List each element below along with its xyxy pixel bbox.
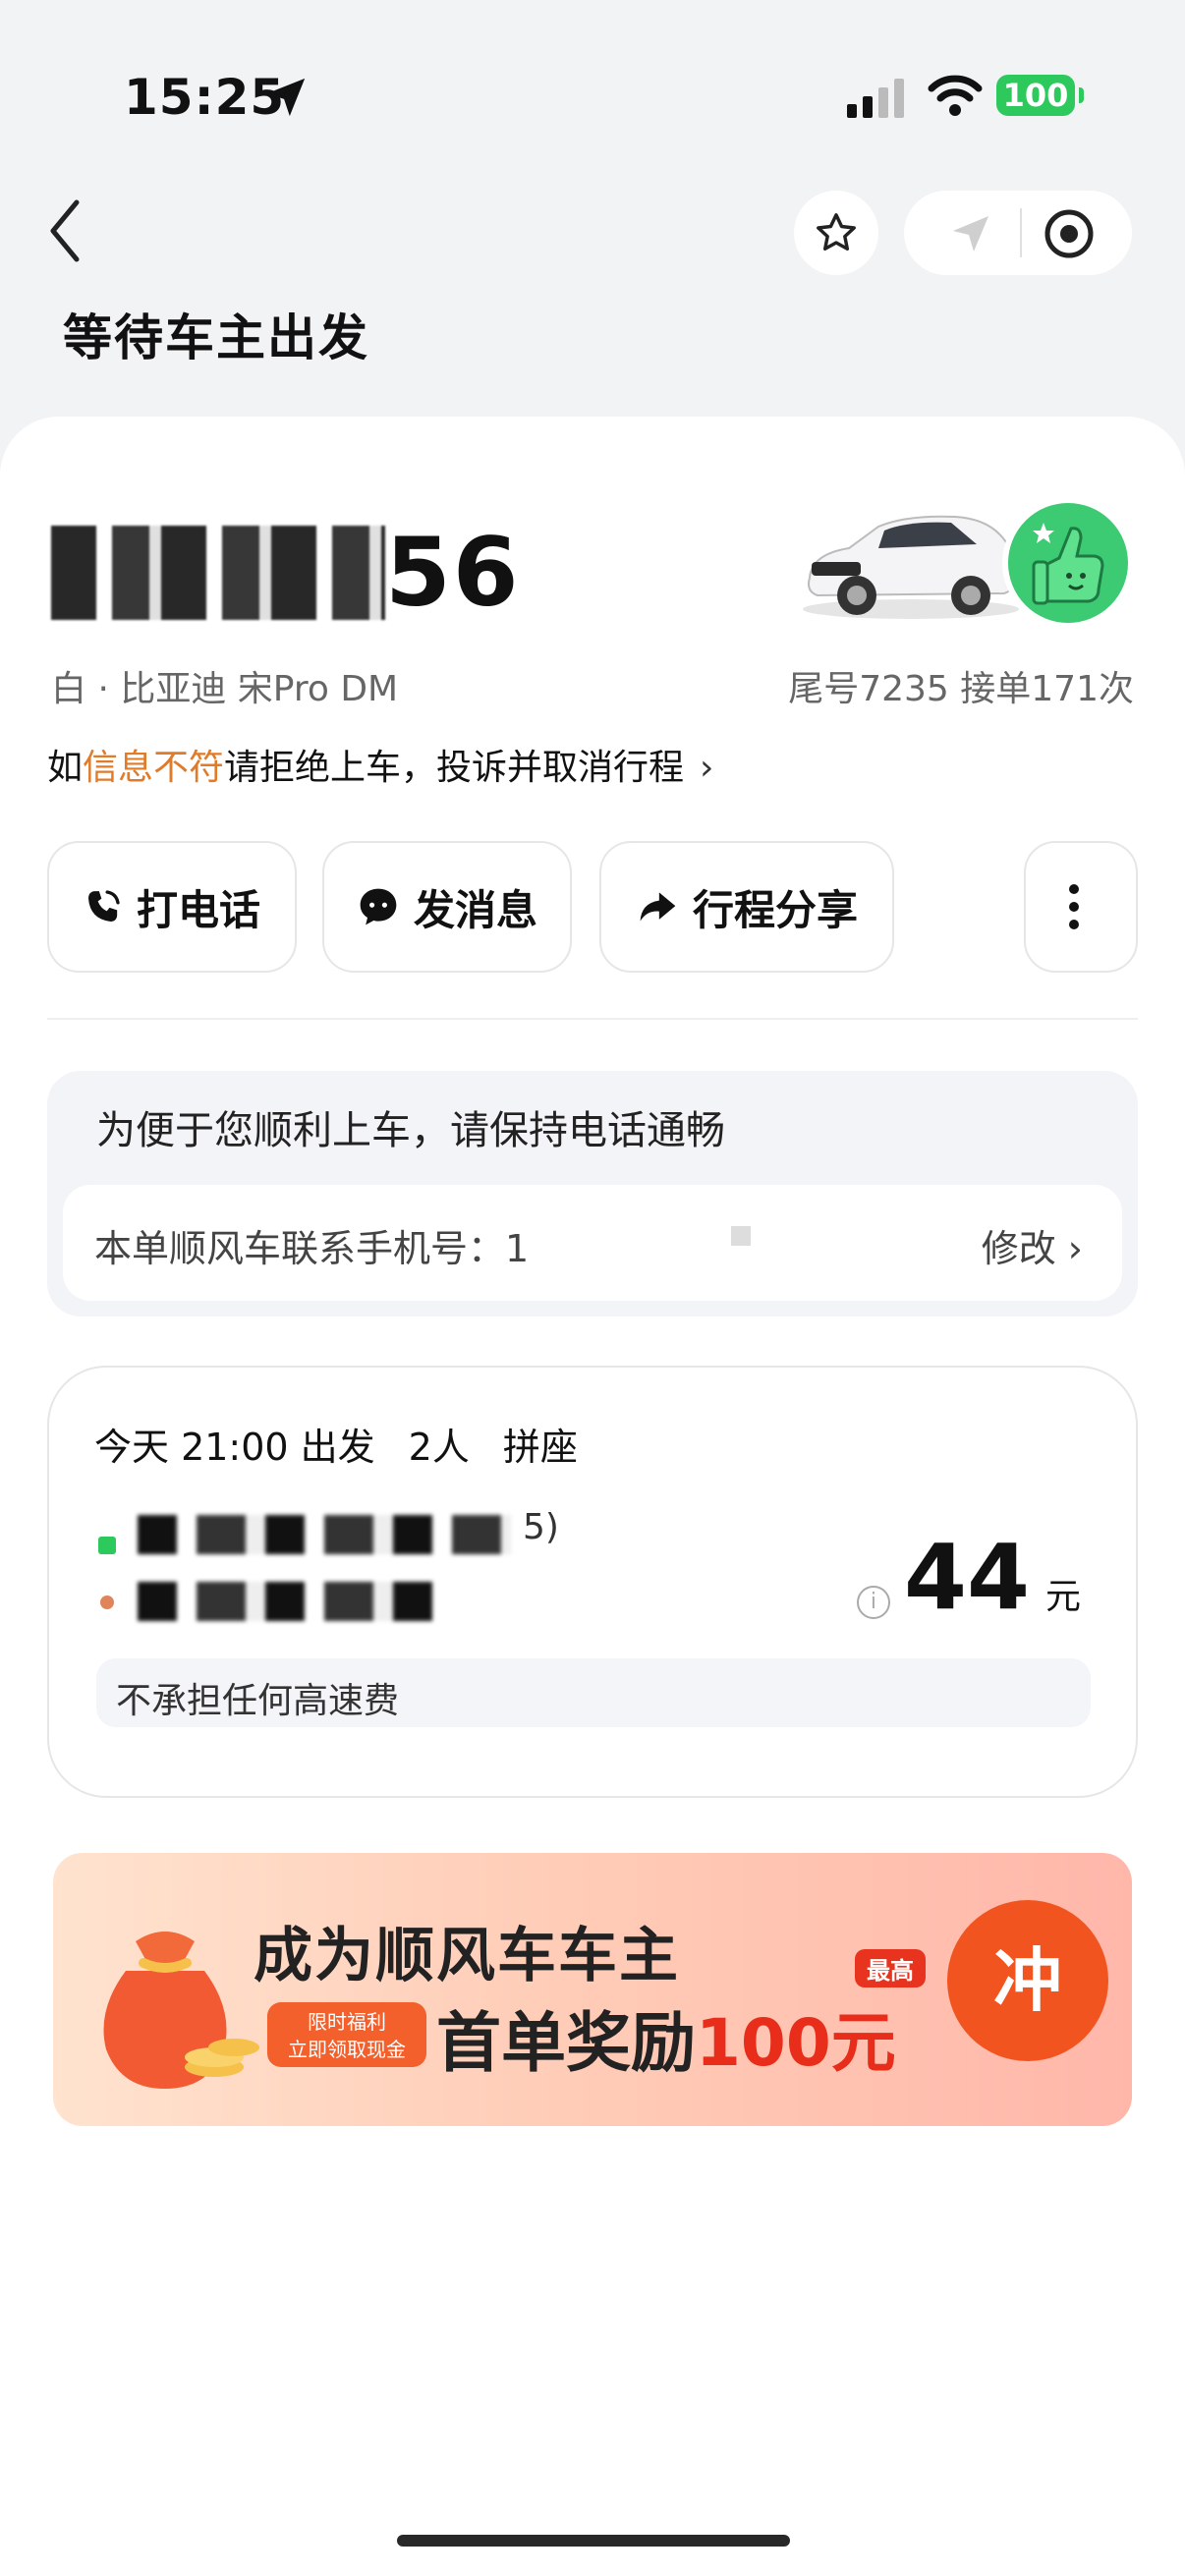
locate-arrow-icon[interactable] (947, 210, 994, 257)
wifi-icon (928, 75, 983, 116)
warning-prefix: 如 (47, 748, 84, 788)
driver-avatar[interactable] (1002, 497, 1134, 629)
share-label: 行程分享 (692, 885, 858, 934)
reward-amount: 100元 (696, 2005, 896, 2081)
start-address-redacted (138, 1515, 511, 1554)
more-options-button[interactable] (1024, 841, 1138, 973)
target-icon[interactable] (1042, 206, 1097, 261)
end-address-redacted (138, 1582, 432, 1621)
call-button[interactable]: 打电话 (47, 841, 297, 973)
battery-indicator: 100 (996, 75, 1084, 116)
start-address-tail: 5) (523, 1507, 559, 1547)
back-arrow-icon[interactable] (43, 196, 88, 265)
contact-phone-row[interactable]: 本单顺风车联系手机号：1 修改 › (63, 1185, 1122, 1301)
fare-unit: 元 (1044, 1577, 1081, 1617)
cell-signal-icon (847, 79, 904, 118)
tag-line-2: 立即领取现金 (288, 2038, 406, 2061)
max-badge: 最高 (855, 1949, 926, 1988)
message-button[interactable]: 发消息 (322, 841, 572, 973)
fare: i 44 元 (856, 1525, 1081, 1630)
depart-time: 今天 21:00 出发 (94, 1426, 375, 1469)
money-bag-icon (103, 1932, 259, 2089)
reward-prefix: 首单奖励 (436, 2005, 696, 2081)
banner-cta-button[interactable]: 冲 (947, 1900, 1108, 2061)
contact-phone-label: 本单顺风车联系手机号：1 (94, 1227, 530, 1270)
trip-summary: 今天 21:00 出发 2人 拼座 (94, 1417, 611, 1471)
driver-stats: 尾号7235 接单171次 (788, 669, 1134, 709)
status-time: 15:25 (124, 69, 286, 126)
toll-note: 不承担任何高速费 (96, 1658, 1091, 1727)
tag-line-1: 限时福利 (308, 2010, 386, 2034)
notice-text: 为便于您顺利上车，请保持电话通畅 (96, 1108, 725, 1153)
ride-mode: 拼座 (502, 1426, 578, 1469)
status-bar: 15:25 100 (0, 0, 1185, 187)
toll-note-text: 不承担任何高速费 (116, 1681, 400, 1721)
car-description: 白 · 比亚迪 宋Pro DM (51, 669, 399, 709)
map-controls (904, 191, 1132, 275)
start-point-marker (98, 1537, 116, 1554)
section-divider (47, 1018, 1138, 1020)
limited-offer-tag: 限时福利 立即领取现金 (267, 2002, 426, 2067)
chevron-right-icon: › (700, 748, 714, 788)
warning-highlight: 信息不符 (83, 748, 225, 788)
plate-suffix: 56 (385, 517, 521, 628)
star-icon (817, 213, 856, 252)
passenger-count: 2人 (408, 1426, 470, 1469)
call-label: 打电话 (136, 885, 260, 934)
phone-icon (87, 890, 120, 922)
phone-notice: 为便于您顺利上车，请保持电话通畅 本单顺风车联系手机号：1 修改 › (47, 1071, 1138, 1316)
share-trip-button[interactable]: 行程分享 (599, 841, 894, 973)
banner-title: 成为顺风车车主 (254, 1922, 680, 1990)
home-indicator[interactable] (397, 2535, 790, 2547)
info-icon[interactable]: i (856, 1586, 890, 1619)
share-arrow-icon (640, 892, 676, 922)
mismatch-warning-link[interactable]: 如信息不符请拒绝上车，投诉并取消行程 › (47, 739, 713, 790)
plate-redacted (51, 525, 385, 620)
page-title: 等待车主出发 (63, 309, 369, 366)
license-plate: 56 (51, 511, 521, 628)
edit-phone-link[interactable]: 修改 › (982, 1218, 1083, 1272)
more-vertical-icon (1069, 884, 1079, 929)
chat-bubble-icon (360, 888, 397, 925)
location-arrow-icon (266, 78, 306, 117)
favorite-button[interactable] (794, 191, 878, 275)
warning-text: 请拒绝上车，投诉并取消行程 (224, 748, 685, 788)
end-point-marker (100, 1596, 114, 1609)
banner-reward: 首单奖励100元 (436, 1990, 896, 2085)
message-label: 发消息 (413, 885, 537, 934)
car-image (803, 515, 1019, 619)
fare-amount: 44 (903, 1525, 1030, 1630)
phone-redacted (731, 1226, 751, 1246)
trip-card[interactable]: 今天 21:00 出发 2人 拼座 5) i 44 元 不承担任何高速费 (47, 1366, 1138, 1798)
driver-recruit-banner[interactable]: 成为顺风车车主 限时福利 立即领取现金 首单奖励100元 最高 冲 (53, 1853, 1132, 2126)
divider (1020, 208, 1022, 257)
thumbs-up-mascot-icon (1032, 523, 1104, 605)
